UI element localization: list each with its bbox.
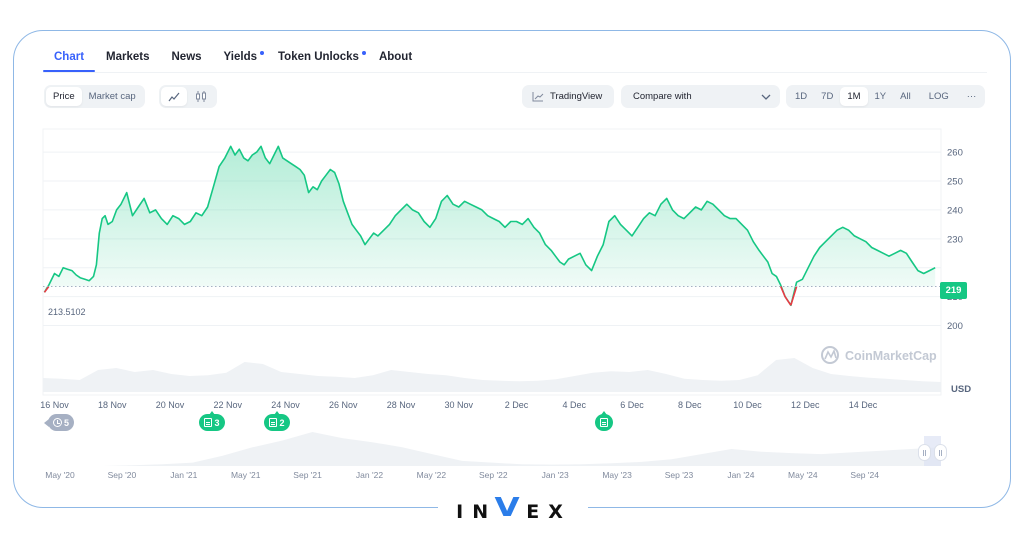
navigator-x-label: Sep '24 bbox=[850, 470, 879, 480]
baseline-label: 213.5102 bbox=[47, 307, 87, 317]
navigator-area bbox=[43, 432, 941, 466]
x-tick-label: 16 Nov bbox=[40, 400, 69, 410]
navigator[interactable]: May '20 Sep '20 Jan '21 May '21 Sep '21 Jan '… bbox=[43, 432, 941, 480]
currency-label: USD bbox=[951, 384, 971, 395]
x-tick-label: 2 Dec bbox=[505, 400, 529, 410]
current-price-tag: 219 bbox=[940, 282, 967, 299]
navigator-x-label: May '21 bbox=[231, 470, 261, 480]
navigator-x-label: Sep '23 bbox=[665, 470, 694, 480]
navigator-x-label: Sep '21 bbox=[293, 470, 322, 480]
y-tick-label: 240 bbox=[947, 205, 963, 216]
navigator-x-label: Sep '22 bbox=[479, 470, 508, 480]
navigator-x-label: May '22 bbox=[417, 470, 447, 480]
navigator-left-handle[interactable] bbox=[918, 444, 931, 461]
y-tick-label: 250 bbox=[947, 177, 963, 188]
y-tick-label: 230 bbox=[947, 234, 963, 245]
navigator-right-handle[interactable] bbox=[934, 444, 947, 461]
badge-count: 2 bbox=[279, 417, 285, 428]
x-tick-label: 28 Nov bbox=[387, 400, 416, 410]
x-tick-label: 4 Dec bbox=[563, 400, 587, 410]
history-events-badge[interactable]: 5 bbox=[44, 414, 74, 431]
x-tick-label: 18 Nov bbox=[98, 400, 127, 410]
news-events-badge[interactable]: 3 bbox=[199, 411, 225, 431]
coinmarketcap-watermark: CoinMarketCap bbox=[821, 346, 937, 364]
navigator-x-label: Jan '21 bbox=[170, 470, 197, 480]
watermark-text: CoinMarketCap bbox=[845, 349, 937, 363]
price-chart[interactable]: 200210230240250260 16 Nov18 Nov20 Nov22 … bbox=[0, 0, 1024, 538]
x-tick-label: 8 Dec bbox=[678, 400, 702, 410]
x-tick-label: 14 Dec bbox=[849, 400, 878, 410]
document-icon bbox=[269, 418, 278, 427]
navigator-x-label: Jan '23 bbox=[542, 470, 569, 480]
price-area-fill bbox=[44, 146, 936, 306]
navigator-x-label: Jan '22 bbox=[356, 470, 383, 480]
y-tick-label: 200 bbox=[947, 321, 963, 332]
badge-count: 3 bbox=[214, 417, 220, 428]
x-tick-label: 22 Nov bbox=[214, 400, 243, 410]
x-tick-label: 10 Dec bbox=[733, 400, 762, 410]
x-tick-label: 24 Nov bbox=[271, 400, 300, 410]
volume-area bbox=[43, 358, 941, 392]
news-event-badge[interactable] bbox=[595, 411, 613, 431]
badge-count: 5 bbox=[63, 417, 69, 428]
navigator-x-label: May '24 bbox=[788, 470, 818, 480]
clock-icon bbox=[52, 418, 62, 427]
x-tick-label: 26 Nov bbox=[329, 400, 358, 410]
x-tick-label: 12 Dec bbox=[791, 400, 820, 410]
coinmarketcap-logo-mark bbox=[824, 348, 837, 360]
x-tick-label: 30 Nov bbox=[445, 400, 474, 410]
x-tick-label: 20 Nov bbox=[156, 400, 185, 410]
document-icon bbox=[600, 418, 608, 427]
news-events-badge[interactable]: 2 bbox=[264, 411, 290, 431]
navigator-x-label: Sep '20 bbox=[108, 470, 137, 480]
document-icon bbox=[204, 418, 213, 427]
navigator-x-label: Jan '24 bbox=[727, 470, 754, 480]
navigator-x-label: May '20 bbox=[45, 470, 75, 480]
navigator-x-label: May '23 bbox=[602, 470, 632, 480]
x-tick-label: 6 Dec bbox=[620, 400, 644, 410]
y-tick-label: 260 bbox=[947, 148, 963, 159]
